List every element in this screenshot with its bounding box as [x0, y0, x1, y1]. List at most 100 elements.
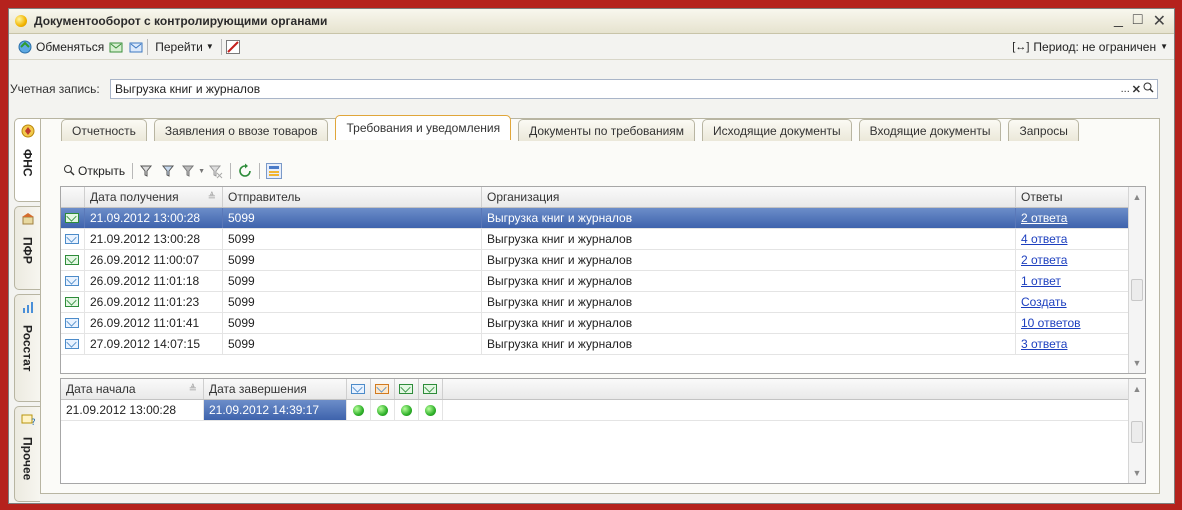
tab-requirement-documents[interactable]: Документы по требованиям — [518, 119, 696, 141]
answers-link[interactable]: 3 ответа — [1021, 337, 1067, 351]
maximize-button[interactable]: □ — [1133, 11, 1143, 31]
scroll-up-icon[interactable]: ▲ — [1129, 381, 1145, 397]
open-button[interactable]: Открыть — [59, 164, 129, 179]
close-button[interactable]: ✕ — [1153, 11, 1166, 31]
account-row: Учетная запись: Выгрузка книг и журналов… — [10, 78, 1158, 100]
tab-reporting[interactable]: Отчетность — [61, 119, 147, 141]
answers-cell[interactable]: 2 ответа — [1016, 208, 1129, 228]
exchange-button[interactable]: Обменяться — [13, 39, 108, 55]
icon-cell — [61, 250, 85, 270]
column-header-answers[interactable]: Ответы — [1016, 187, 1129, 207]
chevron-down-icon: ▼ — [205, 42, 214, 51]
filter-value-icon[interactable] — [161, 163, 177, 179]
mail-icon[interactable] — [128, 39, 144, 55]
goto-menu-button[interactable]: Перейти ▼ — [151, 40, 217, 54]
minimize-button[interactable]: _ — [1114, 11, 1123, 31]
vtab-other[interactable]: ? Прочее — [14, 406, 40, 502]
table-row[interactable]: 21.09.2012 13:00:28 21.09.2012 14:39:17 — [61, 400, 1145, 421]
answers-link[interactable]: 2 ответа — [1021, 253, 1067, 267]
toolbar-separator — [259, 163, 261, 179]
clear-filter-icon[interactable] — [208, 163, 224, 179]
refresh-icon[interactable] — [237, 163, 253, 179]
column-header-sent-icon — [347, 379, 371, 399]
table-row[interactable]: 26.09.2012 11:01:18 5099 Выгрузка книг и ж… — [61, 271, 1145, 292]
send-icon[interactable] — [108, 39, 124, 55]
account-label: Учетная запись: — [10, 82, 100, 96]
table-scrollbar[interactable]: ▲ ▼ — [1128, 379, 1145, 483]
scroll-down-icon[interactable]: ▼ — [1129, 355, 1145, 371]
organization-cell: Выгрузка книг и журналов — [482, 208, 1016, 228]
table-row[interactable]: 21.09.2012 13:00:28 5099 Выгрузка книг и ж… — [61, 229, 1145, 250]
account-field[interactable]: Выгрузка книг и журналов ... ✕ — [110, 79, 1158, 99]
envelope-arrow-icon — [65, 297, 79, 307]
answers-cell[interactable]: 10 ответов — [1016, 313, 1129, 333]
sender-cell: 5099 — [223, 334, 482, 354]
answers-cell[interactable]: 1 ответ — [1016, 271, 1129, 291]
vtab-fns[interactable]: ФНС — [14, 118, 40, 202]
vtab-pfr[interactable]: ПФР — [14, 206, 40, 290]
sender-cell: 5099 — [223, 271, 482, 291]
organization-cell: Выгрузка книг и журналов — [482, 313, 1016, 333]
table-row[interactable]: 21.09.2012 13:00:28 5099 Выгрузка книг и ж… — [61, 208, 1145, 229]
scroll-down-icon[interactable]: ▼ — [1129, 465, 1145, 481]
answers-link[interactable]: 2 ответа — [1021, 211, 1067, 225]
date-cell: 26.09.2012 11:00:07 — [85, 250, 223, 270]
vtab-rosstat[interactable]: Росстат — [14, 294, 40, 402]
status-green-icon — [353, 404, 364, 416]
scroll-thumb[interactable] — [1131, 279, 1143, 301]
filter-list-icon[interactable] — [139, 163, 155, 179]
tab-requests[interactable]: Запросы — [1008, 119, 1079, 141]
table-header: Дата получения ≜ Отправитель Организация… — [61, 187, 1145, 208]
settings-list-icon[interactable] — [266, 163, 283, 179]
tab-outgoing[interactable]: Исходящие документы — [702, 119, 852, 141]
organization-cell: Выгрузка книг и журналов — [482, 292, 1016, 312]
answers-link[interactable]: 10 ответов — [1021, 316, 1081, 330]
table-scrollbar[interactable]: ▲ ▼ — [1128, 187, 1145, 373]
chevron-down-icon[interactable]: ▼ — [198, 168, 205, 175]
status-green-icon — [401, 404, 412, 416]
status-cell — [347, 400, 371, 420]
tab-requirements[interactable]: Требования и уведомления — [335, 115, 512, 140]
answers-cell[interactable]: 4 ответа — [1016, 229, 1129, 249]
tab-import-declarations[interactable]: Заявления о ввозе товаров — [153, 119, 329, 141]
envelope-icon — [351, 384, 365, 394]
organization-cell: Выгрузка книг и журналов — [482, 229, 1016, 249]
column-header-date[interactable]: Дата получения ≜ — [85, 187, 223, 207]
organization-cell: Выгрузка книг и журналов — [482, 271, 1016, 291]
exchange-icon — [17, 39, 33, 55]
table-row[interactable]: 27.09.2012 14:07:15 5099 Выгрузка книг и ж… — [61, 334, 1145, 355]
search-icon[interactable] — [1143, 82, 1154, 96]
column-header-organization[interactable]: Организация — [482, 187, 1016, 207]
scroll-thumb[interactable] — [1131, 421, 1143, 443]
clear-icon[interactable]: ✕ — [1132, 83, 1141, 96]
envelope-icon — [65, 234, 79, 244]
table-row[interactable]: 26.09.2012 11:01:23 5099 Выгрузка книг и ж… — [61, 292, 1145, 313]
date-cell: 26.09.2012 11:01:18 — [85, 271, 223, 291]
answers-cell[interactable]: 2 ответа — [1016, 250, 1129, 270]
table-row[interactable]: 26.09.2012 11:00:07 5099 Выгрузка книг и ж… — [61, 250, 1145, 271]
column-header-end-date[interactable]: Дата завершения — [204, 379, 347, 399]
answers-cell[interactable]: 3 ответа — [1016, 334, 1129, 354]
date-cell: 21.09.2012 13:00:28 — [85, 208, 223, 228]
date-cell: 26.09.2012 11:01:41 — [85, 313, 223, 333]
answers-cell[interactable]: Создать — [1016, 292, 1129, 312]
edit-disabled-icon[interactable] — [225, 39, 241, 55]
emblem-icon — [21, 124, 35, 141]
filter-history-icon[interactable] — [181, 163, 197, 179]
status-green-icon — [377, 404, 388, 416]
chevron-down-icon: ▼ — [1160, 42, 1168, 51]
svg-text:?: ? — [31, 418, 35, 426]
table-row[interactable]: 26.09.2012 11:01:41 5099 Выгрузка книг и ж… — [61, 313, 1145, 334]
period-selector[interactable]: [↔] Период: не ограничен ▼ — [1012, 40, 1174, 54]
envelope-green-icon — [399, 384, 413, 394]
column-header-start-date[interactable]: Дата начала ≜ — [61, 379, 204, 399]
select-button[interactable]: ... — [1121, 83, 1130, 95]
tab-incoming[interactable]: Входящие документы — [858, 119, 1002, 141]
answers-link[interactable]: 1 ответ — [1021, 274, 1061, 288]
organization-cell: Выгрузка книг и журналов — [482, 250, 1016, 270]
column-header-sender[interactable]: Отправитель — [223, 187, 482, 207]
scroll-up-icon[interactable]: ▲ — [1129, 189, 1145, 205]
answers-link[interactable]: Создать — [1021, 295, 1067, 309]
list-toolbar: Открыть ▼ — [59, 159, 285, 183]
answers-link[interactable]: 4 ответа — [1021, 232, 1067, 246]
